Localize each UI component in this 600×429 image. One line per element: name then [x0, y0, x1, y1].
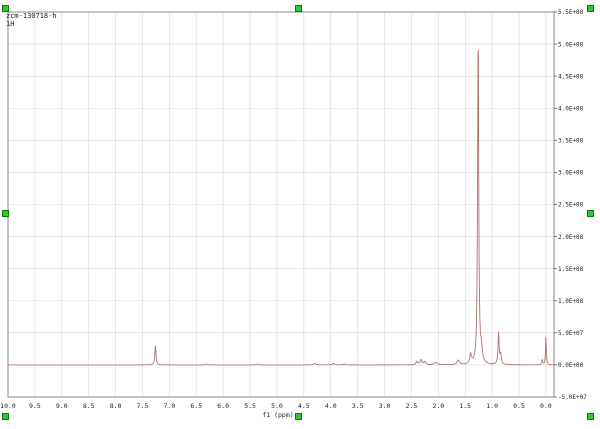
y-tick-label: 5.0E+08	[558, 41, 584, 48]
x-tick-label: 0.5	[513, 402, 525, 410]
x-tick-label: 1.5	[459, 402, 471, 410]
experiment-label: 1H	[6, 20, 15, 28]
x-tick-label: 2.0	[432, 402, 444, 410]
x-tick-label: 4.0	[325, 402, 337, 410]
x-tick-label: 9.0	[56, 402, 68, 410]
x-tick-label: 2.5	[406, 402, 418, 410]
y-tick-label: 3.0E+08	[558, 170, 584, 177]
resize-handle-bottom-right[interactable]	[587, 413, 594, 420]
resize-handle-bottom-center[interactable]	[295, 413, 302, 420]
x-tick-label: 9.5	[29, 402, 41, 410]
resize-handle-top-right[interactable]	[587, 5, 594, 12]
x-tick-label: 10.0	[0, 402, 16, 410]
x-tick-label: 4.5	[298, 402, 310, 410]
sample-name: zcm-130718-h	[6, 12, 57, 20]
x-axis-label: f1 (ppm)	[262, 411, 293, 419]
y-tick-label: 4.5E+08	[558, 73, 584, 80]
y-tick-label: 5.0E+07	[558, 330, 584, 337]
x-tick-label: 5.0	[271, 402, 283, 410]
x-tick-label: 0.0	[540, 402, 552, 410]
x-tick-label: 8.0	[110, 402, 122, 410]
chart-frame[interactable]: 10.0 9.5 9.0 8.5 8.0 7.5 7.0 6.5 6.0 5.5 5.0 4.5 4.0…	[0, 0, 600, 425]
resize-handle-top-left[interactable]	[2, 5, 9, 12]
resize-handle-middle-right[interactable]	[587, 210, 594, 217]
resize-handle-middle-left[interactable]	[2, 210, 9, 217]
y-tick-label: 0.0E+00	[558, 362, 584, 369]
y-tick-label: 1.0E+08	[558, 298, 584, 305]
y-tick-label: 4.0E+08	[558, 105, 584, 112]
x-tick-label: 6.5	[190, 402, 202, 410]
y-tick-label: 5.5E+08	[558, 9, 584, 16]
x-tick-label: 7.0	[164, 402, 176, 410]
x-tick-label: 6.0	[217, 402, 229, 410]
x-tick-label: 8.5	[83, 402, 95, 410]
nmr-spectrum-chart: 10.0 9.5 9.0 8.5 8.0 7.5 7.0 6.5 6.0 5.5 5.0 4.5 4.0…	[0, 9, 587, 419]
y-tick-label: 1.5E+08	[558, 266, 584, 273]
x-tick-label: 5.5	[244, 402, 256, 410]
resize-handle-bottom-left[interactable]	[2, 413, 9, 420]
x-tick-label: 3.5	[352, 402, 364, 410]
x-tick-label: 7.5	[137, 402, 149, 410]
y-tick-label: 3.5E+08	[558, 138, 584, 145]
y-tick-label: 2.5E+08	[558, 202, 584, 209]
x-tick-label: 3.0	[379, 402, 391, 410]
x-tick-label: 1.0	[486, 402, 498, 410]
resize-handle-top-center[interactable]	[295, 5, 302, 12]
y-tick-label: -5.0E+07	[558, 394, 587, 401]
spectrum-line	[8, 49, 555, 366]
gridlines	[7, 11, 554, 398]
y-tick-label: 2.0E+08	[558, 234, 584, 241]
x-axis-ticks: 10.0 9.5 9.0 8.5 8.0 7.5 7.0 6.5 6.0 5.5 5.0 4.5 4.0…	[0, 402, 552, 410]
y-axis-ticks: 5.5E+08 5.0E+08 4.5E+08 4.0E+08 3.5E+08 3.0E+…	[554, 9, 587, 401]
